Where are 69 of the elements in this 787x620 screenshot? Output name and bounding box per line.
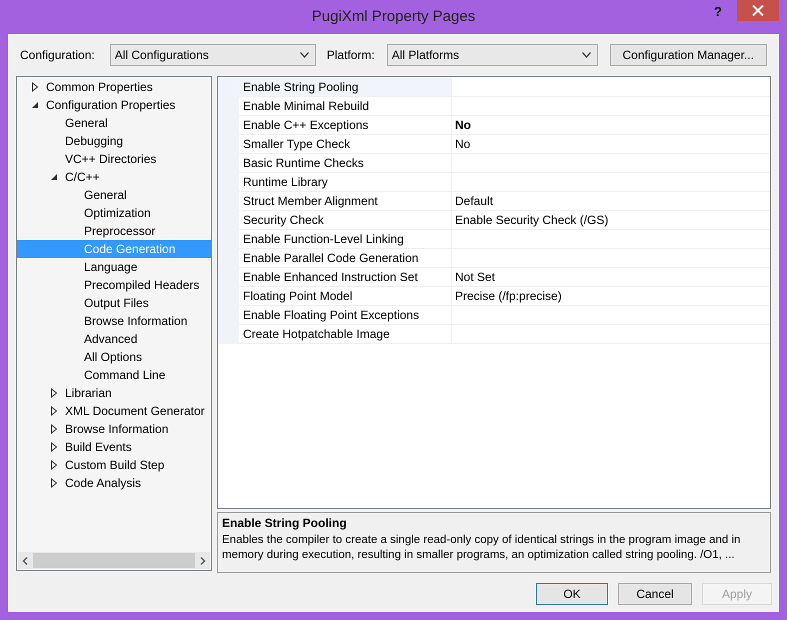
row-header [218,325,239,344]
property-name[interactable]: Enable C++ Exceptions [239,116,451,135]
tree-item[interactable]: Common Properties [17,78,211,96]
expand-icon[interactable] [50,424,58,434]
property-name[interactable]: Enable Enhanced Instruction Set [239,268,451,287]
expand-icon[interactable] [50,442,58,452]
tree-item[interactable]: Build Events [17,438,211,456]
tree-item[interactable]: General [17,186,211,204]
property-name[interactable]: Create Hotpatchable Image [239,325,451,344]
caret-icon [300,52,309,58]
property-value[interactable]: Precise (/fp:precise) [451,287,770,306]
description-title: Enable String Pooling [222,516,348,531]
property-name[interactable]: Basic Runtime Checks [239,154,451,173]
tree-item[interactable]: Browse Information [17,420,211,438]
property-name[interactable]: Enable Function-Level Linking [239,230,451,249]
expand-icon[interactable] [31,82,39,92]
property-value[interactable]: Default [451,192,770,211]
caret-icon [582,52,591,58]
help-button[interactable]: ? [714,2,722,22]
tree-item[interactable]: General [17,114,211,132]
expand-icon[interactable] [50,406,58,416]
property-name[interactable]: Smaller Type Check [239,135,451,154]
property-name[interactable]: Enable Minimal Rebuild [239,97,451,116]
tree-item[interactable]: Browse Information [17,312,211,330]
property-name[interactable]: Enable Parallel Code Generation [239,249,451,268]
horizontal-scrollbar[interactable] [18,552,210,569]
platform-label: Platform: [326,47,375,64]
tree-item[interactable]: Preprocessor [17,222,211,240]
property-value[interactable]: Enable Security Check (/GS) [451,211,770,230]
description-text: Enables the compiler to create a single read-only copy of identical strings in the program image and in memory during execution, resulting in smaller programs, an optimization called string pooling. /O1, ... [222,533,742,563]
property-name[interactable]: Runtime Library [239,173,451,192]
property-value[interactable]: No [451,116,770,135]
property-name[interactable]: Security Check [239,211,451,230]
property-name[interactable]: Struct Member Alignment [239,192,451,211]
collapse-icon[interactable] [50,172,58,182]
expand-icon[interactable] [50,478,58,488]
tree-item[interactable]: Custom Build Step [17,456,211,474]
tree-item[interactable]: Advanced [17,330,211,348]
property-name[interactable]: Enable String Pooling [239,78,451,97]
property-name[interactable]: Enable Floating Point Exceptions [239,306,451,325]
close-button[interactable] [737,0,779,21]
configuration-label: Configuration: [20,47,95,64]
tree-item[interactable]: Command Line [17,366,211,384]
tree-item[interactable]: C/C++ [17,168,211,186]
property-value[interactable]: No [451,135,770,154]
configuration-manager-button[interactable]: Configuration Manager... [610,44,767,66]
platform-dropdown[interactable]: All Platforms [386,44,598,66]
property-value[interactable]: Not Set [451,268,770,287]
tree-item[interactable]: Librarian [17,384,211,402]
tree-item[interactable]: Code Analysis [17,474,211,492]
close-icon [752,5,764,16]
collapse-icon[interactable] [31,100,39,110]
dialog-button[interactable]: Cancel [618,583,692,605]
tree-item[interactable]: All Options [17,348,211,366]
tree-item[interactable]: Output Files [17,294,211,312]
configuration-dropdown[interactable]: All Configurations [110,44,316,66]
tree-item[interactable]: Precompiled Headers [17,276,211,294]
tree-item[interactable]: VC++ Directories [17,150,211,168]
expand-icon[interactable] [50,388,58,398]
tree-item[interactable]: Configuration Properties [17,96,211,114]
scroll-thumb[interactable] [33,553,195,568]
tree-item[interactable]: Language [17,258,211,276]
window-title: PugiXml Property Pages [312,7,476,27]
expand-icon[interactable] [50,460,58,470]
dialog-button[interactable]: OK [536,583,608,605]
property-name[interactable]: Floating Point Model [239,287,451,306]
tree-item[interactable]: XML Document Generator [17,402,211,420]
tree-item[interactable]: Optimization [17,204,211,222]
tree-item[interactable]: Debugging [17,132,211,150]
